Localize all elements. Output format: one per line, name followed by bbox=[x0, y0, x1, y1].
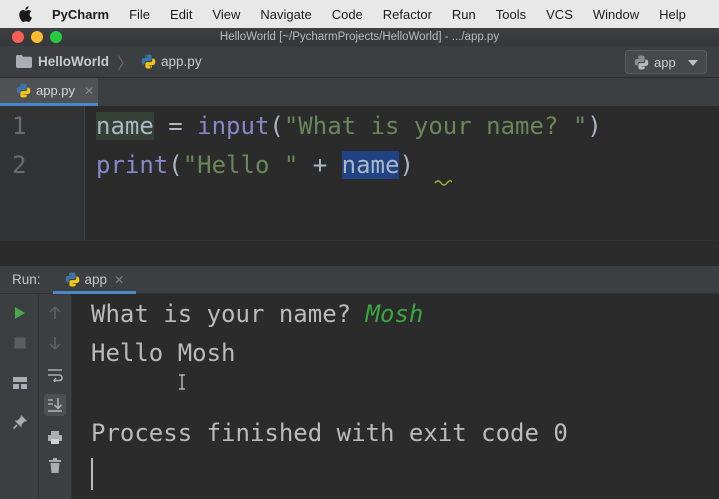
code-token-operator: + bbox=[298, 151, 342, 179]
python-run-config-icon bbox=[634, 54, 649, 70]
code-editor[interactable]: 1 2 name = input("What is your name? ") … bbox=[0, 106, 719, 266]
menu-window[interactable]: Window bbox=[593, 7, 639, 22]
close-window-button[interactable] bbox=[12, 31, 24, 43]
breadcrumb-project[interactable]: HelloWorld bbox=[38, 54, 109, 69]
code-token-operator: = bbox=[153, 112, 198, 140]
clear-all-button[interactable] bbox=[44, 455, 66, 477]
menu-help[interactable]: Help bbox=[659, 7, 686, 22]
mouse-ibeam-cursor-icon bbox=[179, 374, 185, 390]
stop-button[interactable] bbox=[9, 332, 31, 354]
pin-icon bbox=[12, 415, 27, 430]
line-number: 2 bbox=[12, 151, 27, 179]
restore-layout-button[interactable] bbox=[9, 372, 31, 394]
menu-refactor[interactable]: Refactor bbox=[383, 7, 432, 22]
editor-gutter: 1 2 bbox=[0, 106, 85, 240]
code-token-builtin: print bbox=[96, 151, 169, 179]
run-config-label: app bbox=[654, 54, 676, 70]
pycharm-window: PyCharm File Edit View Navigate Code Ref… bbox=[0, 0, 719, 499]
run-tool-window-header: Run: app ✕ bbox=[0, 265, 719, 294]
close-run-tab-icon[interactable]: ✕ bbox=[114, 273, 124, 287]
run-tool-window: What is your name? Mosh Hello Mosh Proce… bbox=[0, 294, 719, 499]
editor-tab-app-py[interactable]: app.py ✕ bbox=[0, 78, 98, 106]
apple-icon[interactable] bbox=[18, 6, 32, 22]
code-token-paren: ) bbox=[587, 112, 602, 140]
breadcrumb-separator-icon: 〉 bbox=[117, 55, 134, 73]
printer-icon bbox=[48, 430, 62, 444]
python-file-icon bbox=[141, 54, 156, 69]
code-line-2[interactable]: print("Hello " + name) bbox=[96, 151, 414, 179]
line-number: 1 bbox=[12, 112, 27, 140]
app-menu-pycharm[interactable]: PyCharm bbox=[52, 7, 109, 22]
zoom-window-button[interactable] bbox=[50, 31, 62, 43]
run-label: Run: bbox=[12, 272, 41, 287]
window-title: HelloWorld [~/PycharmProjects/HelloWorld… bbox=[219, 31, 500, 43]
run-tab-app[interactable]: app ✕ bbox=[52, 265, 137, 294]
code-token-string: "Hello " bbox=[182, 151, 299, 179]
code-token-paren: ( bbox=[269, 112, 284, 140]
scroll-up-button[interactable] bbox=[44, 302, 66, 324]
soft-wrap-icon bbox=[48, 369, 63, 382]
console-text-caret bbox=[91, 458, 93, 490]
breadcrumb-file[interactable]: app.py bbox=[161, 54, 202, 69]
console-output-line[interactable]: Hello Mosh bbox=[91, 339, 236, 367]
code-token-paren: ( bbox=[168, 151, 183, 179]
menu-navigate[interactable]: Navigate bbox=[260, 7, 311, 22]
run-toolbar-primary bbox=[0, 294, 39, 499]
run-tab-label: app bbox=[84, 272, 108, 287]
scroll-down-button[interactable] bbox=[44, 332, 66, 354]
menu-code[interactable]: Code bbox=[332, 7, 363, 22]
rerun-button[interactable] bbox=[9, 302, 31, 324]
code-token-variable: name bbox=[96, 112, 154, 140]
console-prompt-line[interactable]: What is your name? Mosh bbox=[91, 300, 423, 328]
console-exit-message[interactable]: Process finished with exit code 0 bbox=[91, 419, 568, 447]
editor-tab-label: app.py bbox=[36, 83, 76, 98]
editor-tab-bar: app.py ✕ bbox=[0, 78, 719, 106]
stop-icon bbox=[14, 337, 26, 349]
layout-icon bbox=[13, 377, 27, 389]
code-token-builtin: input bbox=[197, 112, 270, 140]
trash-icon bbox=[49, 458, 61, 473]
play-icon bbox=[15, 307, 25, 319]
run-configuration-dropdown[interactable]: app bbox=[625, 50, 707, 74]
folder-icon bbox=[16, 55, 32, 68]
code-token-selected-variable: name bbox=[341, 151, 400, 179]
scroll-to-end-icon bbox=[48, 398, 63, 412]
menu-vcs[interactable]: VCS bbox=[546, 7, 573, 22]
scroll-to-end-button[interactable] bbox=[44, 394, 66, 416]
menu-edit[interactable]: Edit bbox=[170, 7, 192, 22]
window-controls bbox=[12, 31, 62, 43]
pin-tab-button[interactable] bbox=[9, 411, 31, 433]
run-toolbar-secondary bbox=[39, 294, 72, 499]
menu-run[interactable]: Run bbox=[452, 7, 476, 22]
macos-menu-bar: PyCharm File Edit View Navigate Code Ref… bbox=[0, 0, 719, 28]
menu-tools[interactable]: Tools bbox=[496, 7, 526, 22]
code-line-1[interactable]: name = input("What is your name? ") bbox=[96, 112, 602, 140]
soft-wrap-button[interactable] bbox=[44, 364, 66, 386]
code-token-string: "What is your name? " bbox=[283, 112, 588, 140]
python-file-icon bbox=[16, 83, 31, 98]
navigation-bar: HelloWorld 〉 app.py app bbox=[0, 46, 719, 78]
code-token-paren: ) bbox=[399, 151, 414, 179]
console-prompt-text: What is your name? bbox=[91, 300, 366, 328]
python-run-icon bbox=[65, 272, 79, 287]
minimize-window-button[interactable] bbox=[31, 31, 43, 43]
menu-file[interactable]: File bbox=[129, 7, 150, 22]
close-tab-icon[interactable]: ✕ bbox=[84, 84, 94, 98]
arrow-up-icon bbox=[49, 306, 61, 319]
console-user-input: Mosh bbox=[365, 300, 424, 328]
window-title-bar: HelloWorld [~/PycharmProjects/HelloWorld… bbox=[0, 28, 719, 46]
print-button[interactable] bbox=[44, 426, 66, 448]
editor-footer-strip bbox=[0, 240, 719, 266]
arrow-down-icon bbox=[49, 337, 61, 350]
menu-view[interactable]: View bbox=[212, 7, 240, 22]
warning-squiggle-icon bbox=[434, 180, 452, 186]
chevron-down-icon bbox=[688, 60, 698, 66]
